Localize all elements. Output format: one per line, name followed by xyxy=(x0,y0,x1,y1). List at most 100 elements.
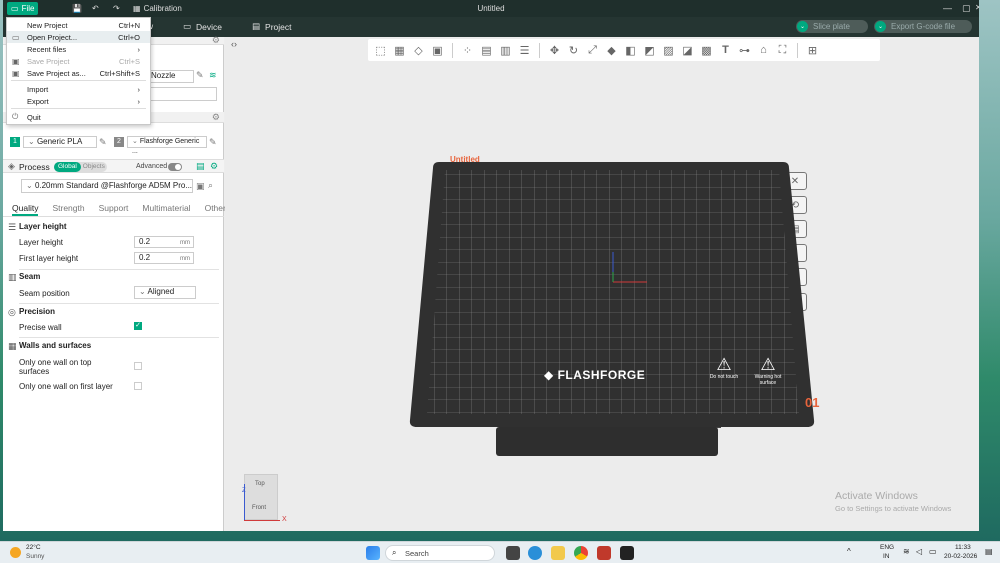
global-option[interactable]: Global xyxy=(54,162,81,172)
battery-icon[interactable]: ▭ xyxy=(929,547,937,556)
weather-temp[interactable]: 22°C xyxy=(26,544,41,551)
build-plate[interactable] xyxy=(409,162,815,428)
wifi-icon[interactable]: ≋ xyxy=(209,70,217,81)
file-explorer-icon[interactable] xyxy=(551,546,565,560)
tab-multimaterial[interactable]: Multimaterial xyxy=(142,203,190,216)
layer-height-input[interactable]: 0.2 mm xyxy=(134,236,194,248)
process-settings-icon[interactable]: ⚙ xyxy=(210,161,218,172)
tab-support[interactable]: Support xyxy=(99,203,129,216)
support-paint-icon[interactable]: ▨ xyxy=(661,43,676,58)
printer-plate-select[interactable] xyxy=(146,87,217,101)
seam-position-label: Seam position xyxy=(19,289,70,298)
clock-date[interactable]: 20-02-2026 xyxy=(944,553,977,560)
filament-2-select[interactable]: ⌄ Flashforge Generic ... xyxy=(127,136,207,155)
seam-position-value: Aligned xyxy=(147,287,175,296)
cut-icon[interactable]: ◧ xyxy=(623,43,638,58)
one-wall-first-checkbox[interactable] xyxy=(134,382,142,390)
menu-open-project[interactable]: ▭ Open Project... Ctrl+O xyxy=(7,31,150,43)
chevron-up-icon[interactable]: ^ xyxy=(847,547,851,556)
advanced-toggle[interactable] xyxy=(168,163,182,171)
redo-icon[interactable]: ↷ xyxy=(113,2,120,15)
edit-icon[interactable]: ✎ xyxy=(209,137,217,148)
menu-recent-files[interactable]: Recent files › xyxy=(7,43,150,55)
tab-project[interactable]: ▤ Project xyxy=(252,21,292,32)
first-layer-height-input[interactable]: 0.2 mm xyxy=(134,252,194,264)
objects-option[interactable]: Objects xyxy=(81,162,107,172)
precise-wall-checkbox[interactable]: ✓ xyxy=(134,322,142,330)
calibration-button[interactable]: ▦ Calibration xyxy=(133,2,182,15)
close-icon[interactable]: ✕ xyxy=(975,3,979,12)
search-icon[interactable]: ⌕ xyxy=(208,180,213,191)
menu-export[interactable]: Export › xyxy=(7,95,150,107)
taskbar-search[interactable]: ⌕ Search xyxy=(385,545,495,561)
measure-icon[interactable]: ⊶ xyxy=(737,43,752,58)
wifi-icon[interactable]: ≋ xyxy=(903,547,910,556)
export-gcode-button[interactable]: ⌄ Export G-code file xyxy=(874,20,972,33)
color-paint-icon[interactable]: ▩ xyxy=(699,43,714,58)
minimize-icon[interactable]: — xyxy=(943,3,952,13)
weather-condition[interactable]: Sunny xyxy=(26,553,44,560)
scale-icon[interactable]: ⤢ xyxy=(585,43,600,58)
emboss-icon[interactable]: ⌂ xyxy=(756,43,771,58)
list-icon[interactable]: ☰ xyxy=(517,43,532,58)
notification-icon[interactable]: ▤ xyxy=(985,547,993,556)
filament-1-select[interactable]: ⌄ Generic PLA xyxy=(23,136,97,148)
rotate-icon[interactable]: ↻ xyxy=(566,43,581,58)
menu-save-project[interactable]: ▣ Save Project Ctrl+S xyxy=(7,55,150,67)
plate-icon[interactable]: ▣ xyxy=(430,43,445,58)
menu-quit[interactable]: ⏻ Quit xyxy=(7,111,150,123)
collapse-sidebar-icon[interactable]: ‹› xyxy=(231,39,237,49)
save-preset-icon[interactable]: ▣ xyxy=(196,181,205,192)
global-objects-toggle[interactable]: Global Objects xyxy=(54,162,107,172)
brand-text: FLASHFORGE xyxy=(557,368,646,382)
file-menu-button[interactable]: ▭ File xyxy=(7,2,39,15)
menu-new-project[interactable]: New Project Ctrl+N xyxy=(7,19,150,31)
slice-plate-button[interactable]: ⌄ Slice plate xyxy=(796,20,868,33)
undo-icon[interactable]: ↶ xyxy=(92,2,99,15)
windows-start-icon[interactable] xyxy=(366,546,380,560)
tab-quality[interactable]: Quality xyxy=(12,203,39,216)
language-code[interactable]: ENG xyxy=(880,544,894,551)
tab-device[interactable]: ▭ Device xyxy=(183,21,222,32)
menu-import[interactable]: Import › xyxy=(7,83,150,95)
seam-position-select[interactable]: ⌄ Aligned xyxy=(134,286,196,299)
move-icon[interactable]: ✥ xyxy=(547,43,562,58)
unit-label: mm xyxy=(180,240,190,246)
nozzle-select[interactable]: Nozzle xyxy=(146,70,194,83)
maximize-icon[interactable]: ▢ xyxy=(962,3,971,14)
plate-name-label[interactable]: Untitled xyxy=(450,155,480,164)
app-icon[interactable] xyxy=(597,546,611,560)
layout-icon[interactable]: ▤ xyxy=(479,43,494,58)
chrome-icon[interactable] xyxy=(574,546,588,560)
sun-icon[interactable] xyxy=(10,547,21,558)
orient-icon[interactable]: ◇ xyxy=(411,43,426,58)
edit-icon[interactable]: ✎ xyxy=(99,137,107,148)
clock-time[interactable]: 11:33 xyxy=(955,544,971,551)
view-cube[interactable]: Top Front xyxy=(244,474,278,520)
grid-icon[interactable]: ▦ xyxy=(392,43,407,58)
language-region[interactable]: IN xyxy=(883,553,890,560)
save-icon[interactable]: 💾 xyxy=(72,2,82,15)
plates-overview-icon[interactable]: ⊞ xyxy=(805,43,820,58)
lay-on-face-icon[interactable]: ◆ xyxy=(604,43,619,58)
task-view-icon[interactable] xyxy=(506,546,520,560)
process-preset-select[interactable]: ⌄ 0.20mm Standard @Flashforge AD5M Pro..… xyxy=(21,179,193,193)
settings-icon[interactable]: ⚙ xyxy=(212,35,220,46)
filament-settings-icon[interactable]: ⚙ xyxy=(212,112,220,123)
seam-paint-icon[interactable]: ◪ xyxy=(680,43,695,58)
compare-icon[interactable]: ▤ xyxy=(196,161,205,172)
edit-icon[interactable]: ✎ xyxy=(196,70,204,81)
arrange-icon[interactable]: ⁘ xyxy=(460,43,475,58)
text-icon[interactable]: T xyxy=(718,43,733,58)
volume-icon[interactable]: ◁ xyxy=(916,547,922,556)
boolean-icon[interactable]: ◩ xyxy=(642,43,657,58)
assemble-icon[interactable]: ⛶ xyxy=(775,43,790,58)
add-object-icon[interactable]: ⬚ xyxy=(373,43,388,58)
one-wall-top-checkbox[interactable] xyxy=(134,362,142,370)
orca-slicer-icon[interactable] xyxy=(620,546,634,560)
menu-save-project-as[interactable]: ▣ Save Project as... Ctrl+Shift+S xyxy=(7,67,150,79)
menu-item-label: Save Project xyxy=(27,56,70,66)
split-icon[interactable]: ▥ xyxy=(498,43,513,58)
tab-strength[interactable]: Strength xyxy=(52,203,84,216)
edge-icon[interactable] xyxy=(528,546,542,560)
